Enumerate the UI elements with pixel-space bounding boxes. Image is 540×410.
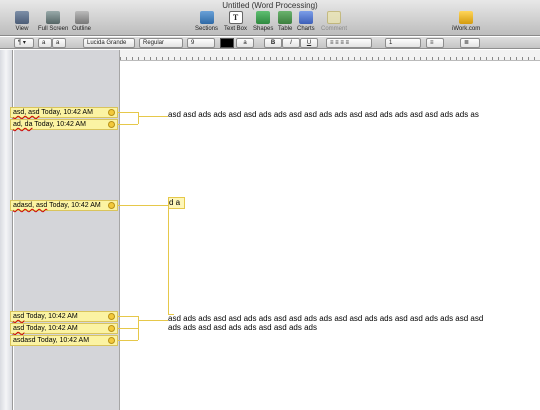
delete-comment-icon[interactable] bbox=[108, 313, 115, 320]
font-style-select[interactable]: Regular bbox=[139, 38, 183, 48]
comment-connector bbox=[138, 316, 139, 340]
document-line[interactable]: d a bbox=[168, 197, 186, 209]
sections-button[interactable]: Sections bbox=[195, 11, 218, 32]
alignment-buttons[interactable]: ≡ ≡ ≡ ≡ bbox=[326, 38, 372, 48]
view-label: View bbox=[15, 26, 29, 32]
comments-pane bbox=[14, 50, 120, 410]
full-screen-icon bbox=[46, 11, 61, 24]
comment-author: adasd, asd bbox=[13, 202, 48, 209]
full-screen-button[interactable]: Full Screen bbox=[38, 11, 68, 32]
comment-author: ad, da bbox=[13, 121, 33, 128]
comment-bubble[interactable]: adasd, asd Today, 10:42 AM bbox=[10, 200, 118, 211]
bold-button[interactable]: B bbox=[264, 38, 282, 48]
document-line[interactable]: asd asd ads ads asd asd ads ads asd asd … bbox=[168, 110, 479, 120]
view-button[interactable]: View bbox=[15, 11, 29, 32]
format-bar: ¶ ▾ a a Lucida Grande Regular 9 a B I U … bbox=[0, 37, 540, 49]
comment-bubble[interactable]: ad, da Today, 10:42 AM bbox=[10, 119, 118, 130]
comment-bubble[interactable]: asd, asd Today, 10:42 AM bbox=[10, 107, 118, 118]
charts-label: Charts bbox=[297, 26, 315, 32]
comment-author: asd bbox=[13, 325, 25, 332]
highlight-swatch[interactable]: a bbox=[236, 38, 254, 48]
font-family-select[interactable]: Lucida Grande bbox=[83, 38, 135, 48]
document-line[interactable]: ads ads asd asd ads ads asd asd ads ads bbox=[168, 323, 317, 333]
underline-button[interactable]: U bbox=[300, 38, 318, 48]
comment-connector bbox=[118, 328, 138, 329]
comment-time: Today, 10:42 AM bbox=[26, 313, 78, 320]
charts-button[interactable]: Charts bbox=[297, 11, 315, 32]
comment-time: Today, 10:42 AM bbox=[34, 121, 86, 128]
italic-button[interactable]: I bbox=[282, 38, 300, 48]
comment-connector bbox=[138, 116, 168, 117]
title-bar: Untitled (Word Processing) View Full Scr… bbox=[0, 0, 540, 36]
table-icon bbox=[278, 11, 293, 24]
outline-button[interactable]: Outline bbox=[72, 11, 91, 32]
comment-time: Today, 10:42 AM bbox=[41, 109, 93, 116]
iwork-label: iWork.com bbox=[452, 26, 481, 32]
text-color-swatch[interactable] bbox=[220, 38, 234, 48]
view-icon bbox=[15, 11, 29, 24]
delete-comment-icon[interactable] bbox=[108, 325, 115, 332]
comment-bubble[interactable]: asd Today, 10:42 AM bbox=[10, 323, 118, 334]
delete-comment-icon[interactable] bbox=[108, 121, 115, 128]
comment-connector bbox=[138, 112, 139, 124]
comment-author: asd, asd bbox=[13, 109, 40, 116]
columns-select[interactable]: ≡ bbox=[426, 38, 444, 48]
comment-range-marker bbox=[168, 207, 174, 315]
comment-connector bbox=[118, 124, 138, 125]
comment-author: asd bbox=[13, 313, 25, 320]
comment-time: Today, 10:42 AM bbox=[37, 337, 90, 344]
delete-comment-icon[interactable] bbox=[108, 337, 115, 344]
font-size-select[interactable]: 9 bbox=[187, 38, 215, 48]
text-box-label: Text Box bbox=[224, 26, 248, 32]
delete-comment-icon[interactable] bbox=[108, 109, 115, 116]
horizontal-ruler[interactable] bbox=[120, 50, 540, 61]
comment-author: asdasd bbox=[13, 337, 36, 344]
outline-icon bbox=[74, 11, 89, 24]
comment-bubble[interactable]: asdasd Today, 10:42 AM bbox=[10, 335, 118, 346]
table-button[interactable]: Table bbox=[278, 11, 292, 32]
paragraph-style-button[interactable]: a bbox=[38, 38, 52, 48]
text-box-icon: T bbox=[228, 11, 243, 24]
character-style-button[interactable]: a bbox=[52, 38, 66, 48]
comment-connector bbox=[118, 316, 138, 317]
shapes-label: Shapes bbox=[253, 26, 274, 32]
text-box-button[interactable]: T Text Box bbox=[224, 11, 247, 32]
comment-connector bbox=[118, 112, 138, 113]
shapes-icon bbox=[256, 11, 271, 24]
comment-button[interactable]: Comment bbox=[321, 11, 347, 32]
line-spacing-select[interactable]: 1 bbox=[385, 38, 421, 48]
comment-icon bbox=[327, 11, 341, 24]
sections-icon bbox=[199, 11, 214, 24]
full-screen-label: Full Screen bbox=[38, 26, 69, 32]
list-style-select[interactable]: ≣ bbox=[460, 38, 480, 48]
comment-connector bbox=[118, 205, 168, 206]
shapes-button[interactable]: Shapes bbox=[253, 11, 273, 32]
pages-window: Untitled (Word Processing) View Full Scr… bbox=[0, 0, 540, 410]
sections-label: Sections bbox=[195, 26, 219, 32]
delete-comment-icon[interactable] bbox=[108, 202, 115, 209]
charts-icon bbox=[298, 11, 313, 24]
comment-label: Comment bbox=[321, 26, 348, 32]
comment-bubble[interactable]: asd Today, 10:42 AM bbox=[10, 311, 118, 322]
styles-drawer-button[interactable]: ¶ ▾ bbox=[14, 38, 34, 48]
iwork-button[interactable]: iWork.com bbox=[452, 11, 480, 32]
comment-connector bbox=[118, 340, 138, 341]
comment-time: Today, 10:42 AM bbox=[49, 202, 101, 209]
table-label: Table bbox=[278, 26, 293, 32]
comment-time: Today, 10:42 AM bbox=[26, 325, 78, 332]
vertical-scrollbar[interactable] bbox=[0, 50, 13, 410]
outline-label: Outline bbox=[72, 26, 92, 32]
iwork-icon bbox=[459, 11, 474, 24]
comment-connector bbox=[138, 320, 168, 321]
window-title: Untitled (Word Processing) bbox=[222, 1, 318, 10]
